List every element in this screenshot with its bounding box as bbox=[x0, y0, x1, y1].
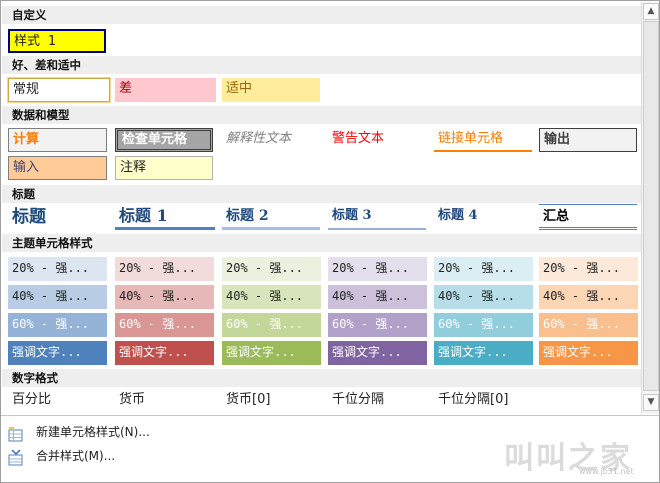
style-total[interactable]: 汇总 bbox=[539, 204, 637, 230]
theme-60pct-cell-1[interactable]: 60% - 强... bbox=[8, 313, 107, 337]
style-note[interactable]: 注释 bbox=[115, 156, 213, 180]
section-titles: 标题 bbox=[2, 185, 641, 203]
style-custom-1[interactable]: 样式 1 bbox=[8, 29, 106, 53]
gallery-content: 自定义 样式 1 好、差和适中 常规 差 适中 数据和模型 计算 检查单元格 解… bbox=[2, 2, 641, 414]
theme-20pct-cell-1[interactable]: 20% - 强... bbox=[8, 257, 107, 281]
theme-40pct-cell-5[interactable]: 40% - 强... bbox=[434, 285, 533, 309]
style-explanatory[interactable]: 解释性文本 bbox=[222, 128, 320, 152]
style-check-cell[interactable]: 检查单元格 bbox=[115, 128, 213, 152]
style-title[interactable]: 标题 bbox=[8, 204, 108, 230]
style-warning-text[interactable]: 警告文本 bbox=[328, 128, 426, 152]
style-calculation[interactable]: 计算 bbox=[8, 128, 107, 152]
theme-40pct-cell-3[interactable]: 40% - 强... bbox=[222, 285, 321, 309]
theme-accent-cell-4[interactable]: 强调文字... bbox=[328, 341, 427, 365]
section-theme-styles: 主题单元格样式 bbox=[2, 234, 641, 252]
style-neutral[interactable]: 适中 bbox=[222, 78, 320, 102]
theme-20pct-cell-3[interactable]: 20% - 强... bbox=[222, 257, 321, 281]
style-output[interactable]: 输出 bbox=[539, 128, 637, 152]
vertical-scrollbar[interactable]: ▲ ▼ bbox=[641, 2, 659, 414]
new-style-icon bbox=[8, 424, 24, 442]
theme-20pct-cell-5[interactable]: 20% - 强... bbox=[434, 257, 533, 281]
theme-accent-cell-2[interactable]: 强调文字... bbox=[115, 341, 214, 365]
style-heading-1[interactable]: 标题 1 bbox=[115, 204, 215, 230]
theme-accent-cell-3[interactable]: 强调文字... bbox=[222, 341, 321, 365]
theme-60pct-cell-3[interactable]: 60% - 强... bbox=[222, 313, 321, 337]
theme-accent-cell-5[interactable]: 强调文字... bbox=[434, 341, 533, 365]
style-comma[interactable]: 千位分隔 bbox=[328, 389, 428, 413]
merge-styles-label: 合并样式(M)... bbox=[36, 449, 116, 463]
theme-20pct-cell-6[interactable]: 20% - 强... bbox=[539, 257, 638, 281]
scroll-down-arrow-icon[interactable]: ▼ bbox=[643, 394, 659, 411]
theme-accent-cell-6[interactable]: 强调文字... bbox=[539, 341, 638, 365]
theme-60pct-cell-2[interactable]: 60% - 强... bbox=[115, 313, 214, 337]
section-number-format: 数字格式 bbox=[2, 369, 641, 387]
style-percent[interactable]: 百分比 bbox=[8, 389, 108, 413]
style-linked-cell[interactable]: 链接单元格 bbox=[434, 128, 532, 152]
style-normal[interactable]: 常规 bbox=[8, 78, 110, 102]
merge-styles-menu-item[interactable]: 合并样式(M)... bbox=[1, 442, 401, 470]
section-data-model: 数据和模型 bbox=[2, 106, 641, 124]
theme-40pct-cell-6[interactable]: 40% - 强... bbox=[539, 285, 638, 309]
style-heading-2[interactable]: 标题 2 bbox=[222, 204, 320, 230]
theme-40pct-cell-1[interactable]: 40% - 强... bbox=[8, 285, 107, 309]
style-bad[interactable]: 差 bbox=[115, 78, 216, 102]
style-currency-0[interactable]: 货币[0] bbox=[222, 389, 322, 413]
theme-20pct-cell-4[interactable]: 20% - 强... bbox=[328, 257, 427, 281]
theme-60pct-cell-5[interactable]: 60% - 强... bbox=[434, 313, 533, 337]
style-heading-4[interactable]: 标题 4 bbox=[434, 204, 532, 230]
scroll-thumb[interactable] bbox=[643, 21, 659, 391]
theme-accent-cell-1[interactable]: 强调文字... bbox=[8, 341, 107, 365]
style-currency[interactable]: 货币 bbox=[115, 389, 215, 413]
section-custom: 自定义 bbox=[2, 6, 641, 24]
theme-40pct-cell-4[interactable]: 40% - 强... bbox=[328, 285, 427, 309]
merge-styles-icon bbox=[8, 448, 24, 466]
style-input[interactable]: 输入 bbox=[8, 156, 107, 180]
theme-60pct-cell-6[interactable]: 60% - 强... bbox=[539, 313, 638, 337]
cell-styles-gallery: 自定义 样式 1 好、差和适中 常规 差 适中 数据和模型 计算 检查单元格 解… bbox=[0, 0, 660, 483]
scroll-up-arrow-icon[interactable]: ▲ bbox=[643, 3, 659, 20]
style-heading-3[interactable]: 标题 3 bbox=[328, 204, 426, 230]
theme-60pct-cell-4[interactable]: 60% - 强... bbox=[328, 313, 427, 337]
theme-20pct-cell-2[interactable]: 20% - 强... bbox=[115, 257, 214, 281]
watermark-url: www.jb51.net bbox=[579, 467, 634, 476]
section-good-bad-neutral: 好、差和适中 bbox=[2, 56, 641, 74]
theme-40pct-cell-2[interactable]: 40% - 强... bbox=[115, 285, 214, 309]
style-comma-0[interactable]: 千位分隔[0] bbox=[434, 389, 534, 413]
